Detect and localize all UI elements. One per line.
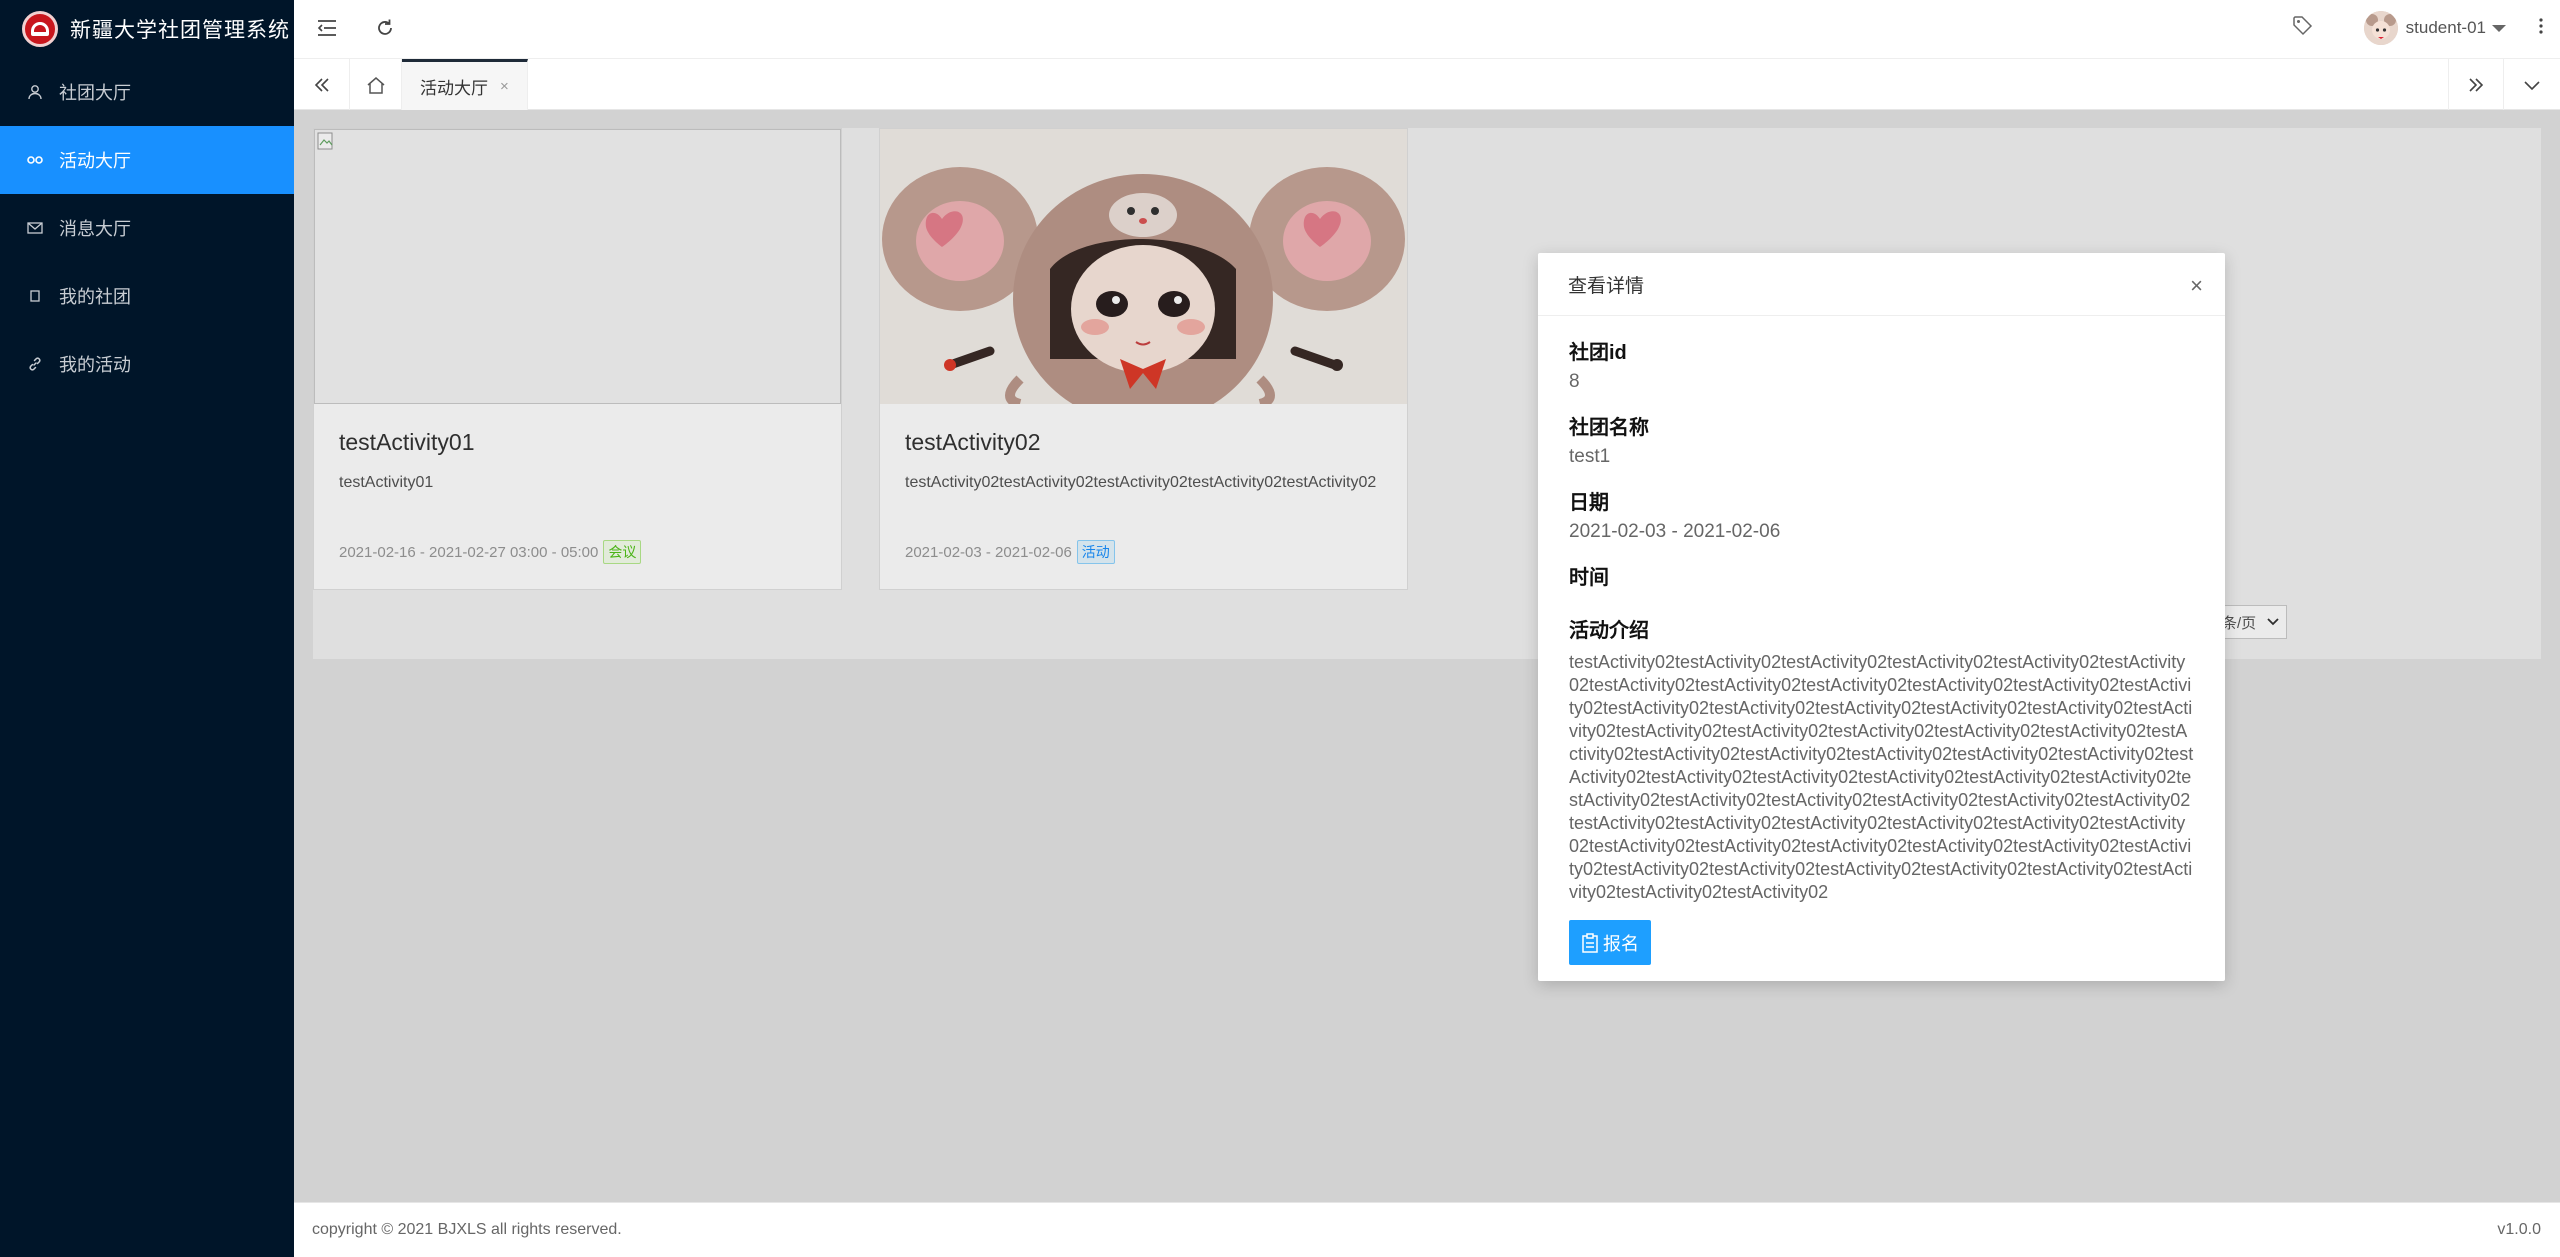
tabs-scroll-left-button[interactable] — [294, 59, 350, 110]
link-icon — [25, 150, 45, 170]
tab-home[interactable] — [350, 59, 402, 110]
clipboard-icon — [1582, 932, 1598, 953]
sidebar: 新疆大学社团管理系统 社团大厅 活动大厅 消息大厅 我的社团 我的活动 — [0, 0, 294, 1257]
tabs-bar: 活动大厅 × — [294, 59, 2560, 110]
sidebar-item-label: 社团大厅 — [59, 83, 131, 103]
date-value: 2021-02-03 - 2021-02-06 — [1569, 521, 1781, 542]
sidebar-item-club-hall[interactable]: 社团大厅 — [0, 58, 294, 126]
more-vertical-icon[interactable] — [2538, 16, 2544, 41]
intro-label: 活动介绍 — [1569, 620, 1649, 642]
signup-label: 报名 — [1603, 933, 1639, 954]
sidebar-item-label: 活动大厅 — [59, 151, 131, 171]
tabs-scroll-right-button[interactable] — [2448, 59, 2504, 110]
sidebar-item-label: 我的活动 — [59, 355, 131, 375]
double-chevron-left-icon — [314, 77, 329, 92]
top-header: student-01 — [294, 0, 2560, 59]
club-name-label: 社团名称 — [1569, 417, 1649, 439]
chevron-down-icon[interactable] — [2492, 24, 2506, 32]
tab-activity-hall[interactable]: 活动大厅 × — [402, 59, 528, 110]
sidebar-item-my-activities[interactable]: 我的活动 — [0, 330, 294, 398]
avatar[interactable] — [2363, 11, 2398, 45]
sidebar-item-label: 消息大厅 — [59, 219, 131, 239]
signup-button[interactable]: 报名 — [1569, 920, 1651, 965]
chevron-down-icon — [2524, 80, 2540, 90]
logo-row: 新疆大学社团管理系统 — [0, 0, 294, 58]
club-name-value: test1 — [1569, 446, 1611, 467]
square-icon — [25, 286, 45, 306]
date-label: 日期 — [1569, 492, 1609, 514]
mail-icon — [25, 218, 45, 238]
footer: copyright © 2021 BJXLS all rights reserv… — [294, 1202, 2560, 1257]
sidebar-item-my-clubs[interactable]: 我的社团 — [0, 262, 294, 330]
version: v1.0.0 — [2497, 1221, 2541, 1238]
close-icon[interactable]: × — [2190, 273, 2203, 299]
refresh-icon — [378, 19, 392, 35]
tag-icon[interactable] — [2292, 15, 2314, 42]
double-chevron-right-icon — [2469, 77, 2484, 92]
university-logo — [22, 11, 58, 47]
header-right: student-01 — [2292, 0, 2544, 56]
menu-fold-icon — [317, 20, 336, 36]
modal-title: 查看详情 — [1568, 275, 1645, 297]
sidebar-item-activity-hall[interactable]: 活动大厅 — [0, 126, 294, 194]
refresh-button[interactable] — [370, 13, 400, 43]
club-id-value: 8 — [1569, 371, 1580, 392]
tab-label: 活动大厅 — [420, 78, 488, 98]
home-icon — [367, 76, 384, 94]
detail-modal: 查看详情 × 社团id 8 社团名称 test1 日期 2021-02-03 -… — [1538, 253, 2225, 981]
username[interactable]: student-01 — [2406, 18, 2486, 38]
sidebar-item-message-hall[interactable]: 消息大厅 — [0, 194, 294, 262]
intro-text: testActivity02testActivity02testActivity… — [1569, 652, 2194, 902]
collapse-menu-button[interactable] — [312, 13, 342, 43]
tab-close-icon[interactable]: × — [500, 78, 509, 95]
user-icon — [25, 82, 45, 102]
app-title: 新疆大学社团管理系统 — [70, 19, 290, 42]
club-id-label: 社团id — [1569, 342, 1627, 364]
time-label: 时间 — [1569, 567, 1609, 589]
chain-icon — [25, 354, 45, 374]
modal-header: 查看详情 × — [1538, 253, 2225, 316]
sidebar-item-label: 我的社团 — [59, 287, 131, 307]
copyright: copyright © 2021 BJXLS all rights reserv… — [312, 1221, 622, 1238]
tabs-menu-button[interactable] — [2504, 59, 2560, 110]
modal-body: 社团id 8 社团名称 test1 日期 2021-02-03 - 2021-0… — [1538, 316, 2225, 965]
